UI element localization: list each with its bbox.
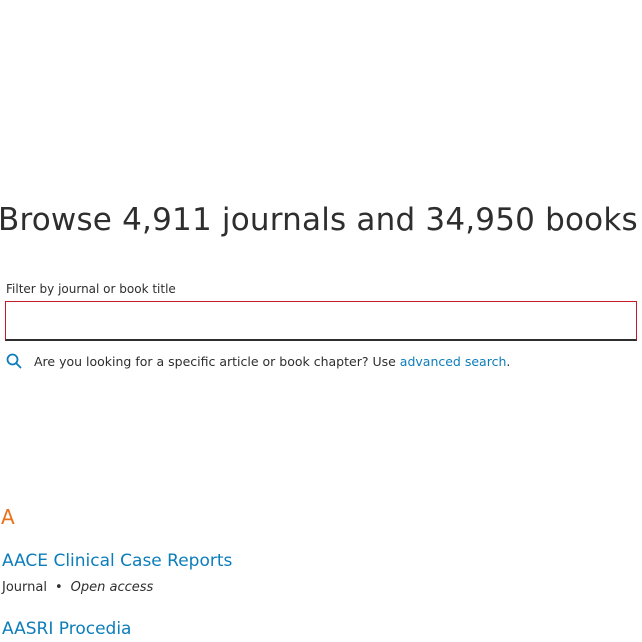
hint-text: Are you looking for a specific article o… — [34, 353, 396, 369]
journal-title-link[interactable]: AASRI Procedia — [2, 619, 131, 639]
filter-input[interactable] — [5, 301, 637, 341]
search-icon — [6, 353, 22, 369]
section-letter: A — [1, 505, 15, 529]
browse-page: Browse 4,911 journals and 34,950 books F… — [0, 0, 642, 642]
advanced-search-hint: Are you looking for a specific article o… — [6, 353, 510, 369]
journal-title-link[interactable]: AACE Clinical Case Reports — [2, 551, 232, 571]
access-type: Open access — [70, 580, 154, 595]
publication-type: Journal — [2, 580, 47, 595]
filter-label: Filter by journal or book title — [6, 282, 176, 296]
journal-meta: Journal • Open access — [2, 580, 153, 595]
advanced-search-link[interactable]: advanced search — [400, 354, 507, 369]
hint-suffix: . — [506, 353, 511, 369]
meta-separator: • — [54, 580, 63, 595]
page-title: Browse 4,911 journals and 34,950 books — [0, 202, 638, 238]
